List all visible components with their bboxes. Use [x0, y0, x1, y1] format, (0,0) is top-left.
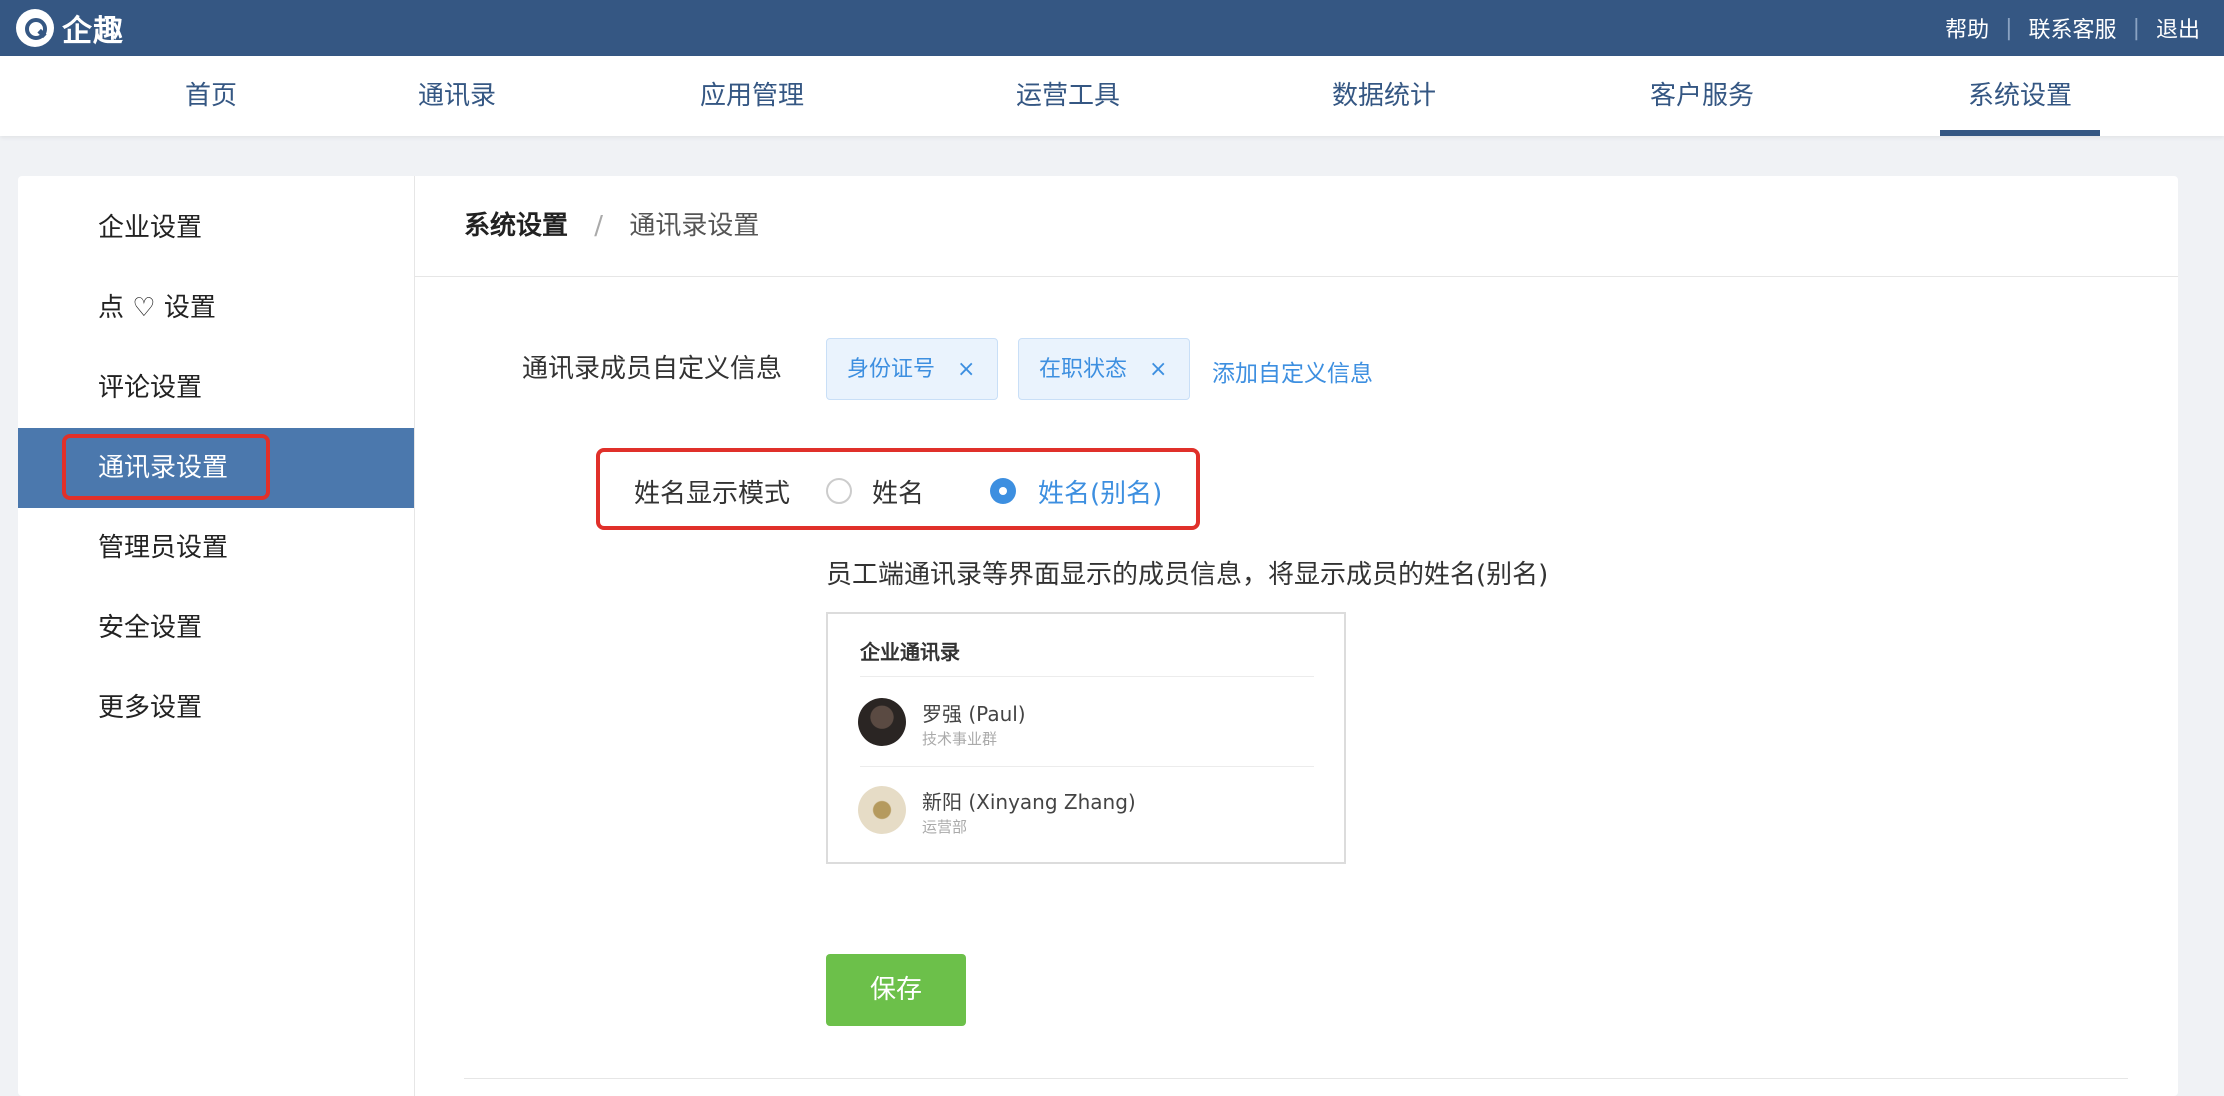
nav-contacts[interactable]: 通讯录 — [414, 56, 500, 136]
sidebar-item-comment[interactable]: 评论设置 — [18, 348, 414, 428]
custom-info-tag: 在职状态 × — [1018, 338, 1190, 400]
preview-title: 企业通讯录 — [860, 640, 960, 664]
member-name: 新阳 (Xinyang Zhang) — [922, 790, 1136, 814]
settings-sidebar: 企业设置 点 ♡ 设置 评论设置 通讯录设置 管理员设置 安全设置 更多设置 — [18, 176, 415, 1096]
divider — [464, 1078, 2128, 1079]
sidebar-item-more[interactable]: 更多设置 — [18, 668, 414, 748]
close-icon[interactable]: × — [1149, 357, 1167, 382]
nav-app-management[interactable]: 应用管理 — [690, 56, 814, 136]
member-dept: 运营部 — [922, 818, 968, 836]
contact-support-link[interactable]: 联系客服 — [2029, 12, 2117, 44]
name-radio-label[interactable]: 姓名 — [872, 473, 924, 510]
tag-label: 身份证号 — [847, 357, 936, 382]
app-logo[interactable]: 企趣 — [16, 6, 124, 50]
nav-operation-tools[interactable]: 运营工具 — [1006, 56, 1130, 136]
custom-info-tag: 身份证号 × — [826, 338, 998, 400]
breadcrumb-current: 通讯录设置 — [629, 211, 760, 241]
main-nav: 首页 通讯录 应用管理 运营工具 数据统计 客户服务 系统设置 — [0, 56, 2224, 136]
divider — [860, 766, 1314, 767]
sidebar-item-like[interactable]: 点 ♡ 设置 — [18, 268, 414, 348]
name-alias-radio-label[interactable]: 姓名(别名) — [1038, 473, 1162, 510]
name-mode-description: 员工端通讯录等界面显示的成员信息，将显示成员的姓名(别名) — [826, 560, 1549, 590]
member-name: 罗强 (Paul) — [922, 702, 1026, 726]
avatar — [858, 786, 906, 834]
save-button[interactable]: 保存 — [826, 954, 966, 1026]
nav-home[interactable]: 首页 — [168, 56, 254, 136]
nav-customer-service[interactable]: 客户服务 — [1640, 56, 1764, 136]
top-bar: 企趣 帮助 | 联系客服 | 退出 — [0, 0, 2224, 56]
qiqu-logo-icon — [16, 9, 54, 47]
breadcrumb-separator: / — [594, 211, 604, 241]
add-custom-info-link[interactable]: 添加自定义信息 — [1212, 354, 1373, 388]
divider: | — [2132, 15, 2140, 41]
app-name: 企趣 — [62, 14, 124, 49]
breadcrumb-root[interactable]: 系统设置 — [464, 211, 568, 241]
divider — [860, 676, 1314, 677]
breadcrumb: 系统设置 / 通讯录设置 — [464, 176, 759, 276]
top-links: 帮助 | 联系客服 | 退出 — [1945, 0, 2200, 56]
help-link[interactable]: 帮助 — [1945, 12, 1989, 44]
content-card: 企业设置 点 ♡ 设置 评论设置 通讯录设置 管理员设置 安全设置 更多设置 系… — [18, 176, 2178, 1096]
sidebar-item-security[interactable]: 安全设置 — [18, 588, 414, 668]
tag-label: 在职状态 — [1039, 357, 1128, 382]
custom-info-label: 通讯录成员自定义信息 — [522, 354, 783, 384]
sidebar-item-contacts[interactable]: 通讯录设置 — [18, 428, 414, 508]
contacts-preview: 企业通讯录 罗强 (Paul) 技术事业群 新阳 (Xinyang Zhang)… — [826, 612, 1346, 864]
name-radio[interactable] — [826, 478, 852, 504]
close-icon[interactable]: × — [957, 357, 975, 382]
name-mode-label: 姓名显示模式 — [634, 479, 791, 509]
divider: | — [2005, 15, 2013, 41]
avatar — [858, 698, 906, 746]
header-divider — [415, 276, 2178, 277]
member-dept: 技术事业群 — [922, 730, 998, 748]
nav-data-statistics[interactable]: 数据统计 — [1322, 56, 1446, 136]
name-alias-radio[interactable] — [990, 478, 1016, 504]
nav-system-settings[interactable]: 系统设置 — [1940, 56, 2100, 136]
logout-link[interactable]: 退出 — [2156, 12, 2200, 44]
sidebar-item-enterprise[interactable]: 企业设置 — [18, 188, 414, 268]
sidebar-item-admin[interactable]: 管理员设置 — [18, 508, 414, 588]
